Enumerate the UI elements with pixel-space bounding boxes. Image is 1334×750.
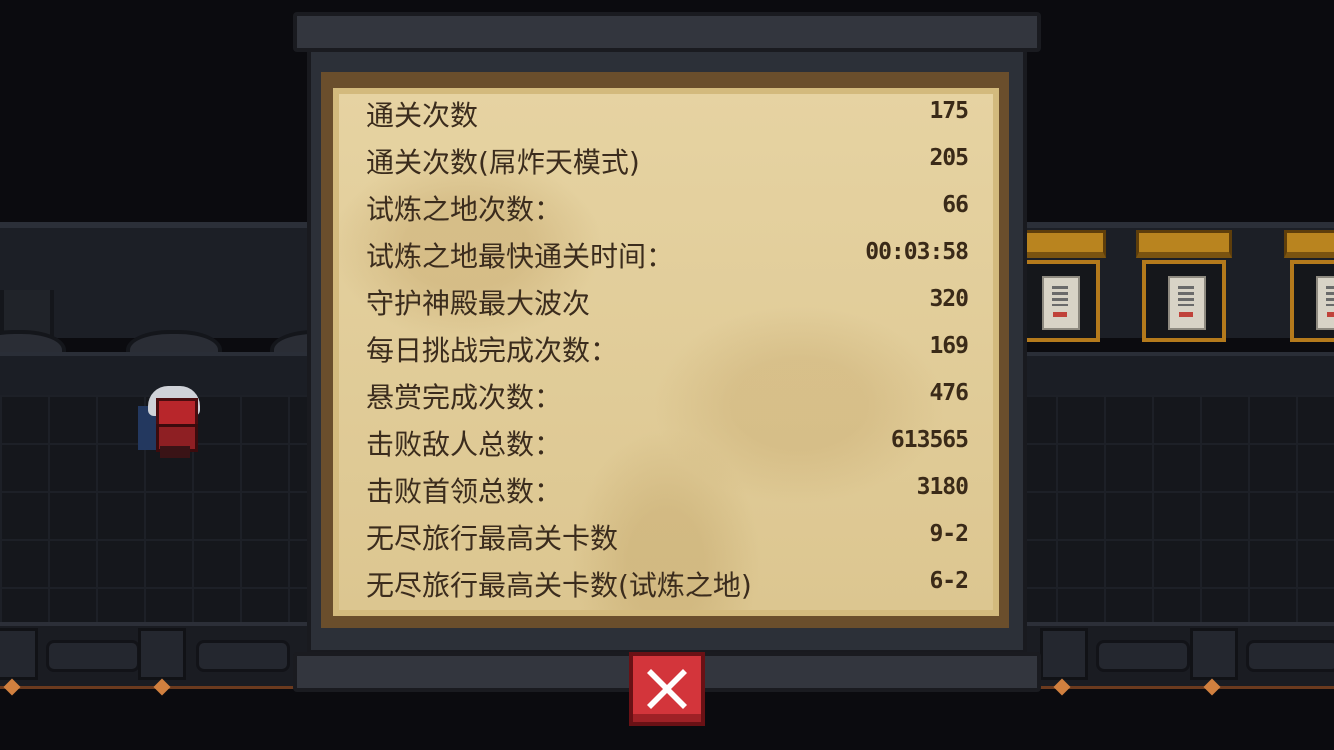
stat-value: 66	[942, 192, 969, 218]
stat-label: 无尽旅行最高关卡数	[366, 522, 619, 555]
stat-label: 击败首领总数：	[366, 475, 563, 508]
frame-body	[1290, 260, 1334, 342]
blueprint-card	[1168, 276, 1206, 330]
stat-row-temple-max-wave: 守护神殿最大波次 320	[366, 278, 969, 324]
stat-value: 6-2	[929, 568, 969, 594]
stat-row-clears-hard-mode: 通关次数(屌炸天模式) 205	[366, 137, 969, 183]
stat-label: 击败敌人总数：	[366, 428, 563, 461]
stat-value: 175	[929, 98, 969, 124]
weapon-display-frame[interactable]	[1136, 230, 1232, 346]
stat-row-clears: 通关次数 175	[366, 90, 969, 136]
stat-label: 通关次数	[366, 99, 479, 132]
stat-value: 205	[929, 145, 969, 171]
frame-body	[1016, 260, 1100, 342]
rail-block	[1040, 628, 1088, 680]
stat-label: 每日挑战完成次数：	[366, 334, 619, 367]
close-button[interactable]	[629, 652, 705, 726]
rail-block	[0, 628, 38, 680]
rail-slot	[196, 640, 290, 672]
stat-row-trial-best-time: 试炼之地最快通关时间： 00:03:58	[366, 231, 969, 277]
stat-value: 3180	[916, 474, 969, 500]
weapon-display-frame[interactable]	[1284, 230, 1334, 346]
stat-value: 476	[929, 380, 969, 406]
rail-block	[138, 628, 186, 680]
stat-row-bosses-defeated: 击败首领总数： 3180	[366, 466, 969, 512]
stat-row-bounties: 悬赏完成次数： 476	[366, 372, 969, 418]
frame-body	[1142, 260, 1226, 342]
blueprint-card	[1316, 276, 1334, 330]
stat-row-endless-best-trial: 无尽旅行最高关卡数(试炼之地) 6-2	[366, 560, 969, 606]
stat-value: 00:03:58	[865, 239, 969, 265]
frame-cap	[1136, 230, 1232, 258]
scroll-rod-top	[293, 12, 1041, 52]
stat-label: 无尽旅行最高关卡数(试炼之地)	[366, 569, 752, 602]
player-character	[138, 386, 208, 462]
rail-slot	[1246, 640, 1334, 672]
rail-slot	[1096, 640, 1190, 672]
stat-label: 通关次数(屌炸天模式)	[366, 146, 640, 179]
character-legs	[160, 446, 190, 458]
stat-row-daily-challenges: 每日挑战完成次数： 169	[366, 325, 969, 371]
rail-slot	[46, 640, 140, 672]
stat-value: 613565	[890, 427, 969, 453]
stat-label: 试炼之地次数：	[366, 193, 563, 226]
stat-row-enemies-defeated: 击败敌人总数： 613565	[366, 419, 969, 465]
stat-row-endless-best: 无尽旅行最高关卡数 9-2	[366, 513, 969, 559]
stat-value: 9-2	[929, 521, 969, 547]
stat-label: 守护神殿最大波次	[366, 287, 591, 320]
stat-row-trial-runs: 试炼之地次数： 66	[366, 184, 969, 230]
blueprint-card	[1042, 276, 1080, 330]
frame-cap	[1284, 230, 1334, 258]
stat-label: 试炼之地最快通关时间：	[366, 240, 675, 273]
close-icon	[647, 669, 687, 709]
stat-value: 320	[929, 286, 969, 312]
stat-value: 169	[929, 333, 969, 359]
rail-block	[1190, 628, 1238, 680]
stat-label: 悬赏完成次数：	[366, 381, 563, 414]
